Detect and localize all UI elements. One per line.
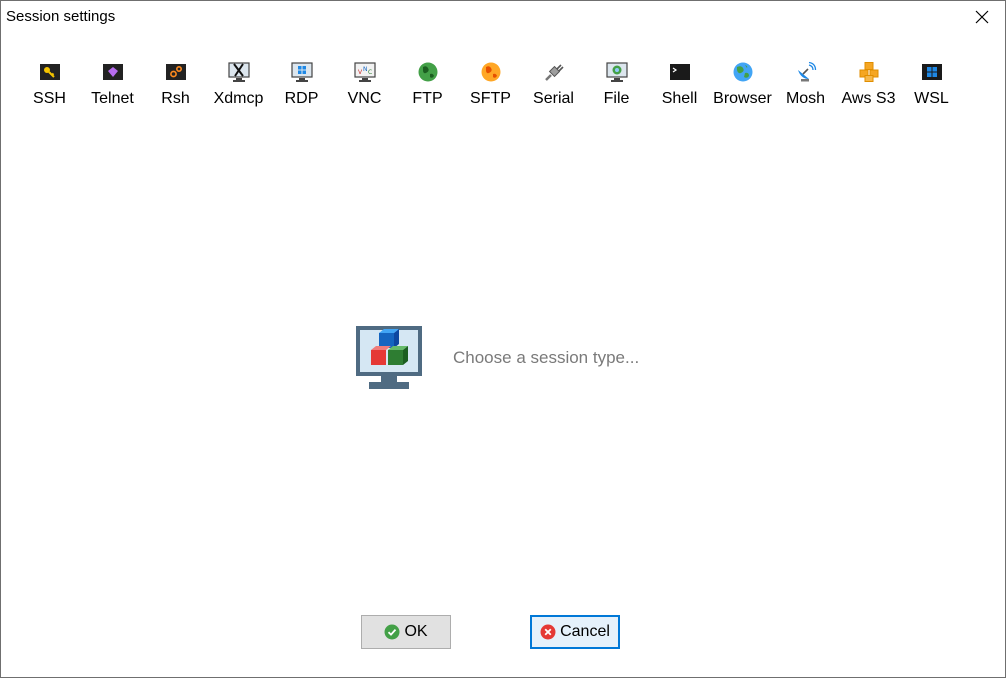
session-type-label: Mosh (785, 90, 826, 107)
session-type-browser[interactable]: Browser (711, 57, 774, 113)
session-type-serial[interactable]: Serial (522, 57, 585, 113)
ok-button-label: OK (404, 623, 428, 640)
session-type-label: Aws S3 (841, 90, 896, 107)
title-bar: Session settings (1, 1, 1005, 33)
ok-button[interactable]: OK (361, 615, 451, 649)
empty-state: Choose a session type... (355, 325, 639, 391)
session-type-rsh[interactable]: Rsh (144, 57, 207, 113)
windows-monitor-icon (290, 62, 313, 82)
svg-text:C: C (368, 69, 372, 76)
close-button[interactable] (959, 1, 1005, 33)
session-type-aws-s3[interactable]: Aws S3 (837, 57, 900, 113)
window-title: Session settings (6, 8, 116, 25)
session-type-shell[interactable]: Shell (648, 57, 711, 113)
session-type-label: WSL (914, 90, 949, 107)
session-type-label: SSH (33, 90, 66, 107)
gears-icon (165, 64, 186, 80)
session-type-label: Xdmcp (213, 90, 264, 107)
session-cubes-monitor-icon (356, 326, 422, 389)
session-type-xdmcp[interactable]: Xdmcp (207, 57, 270, 113)
cancel-circle-icon (540, 624, 556, 640)
satellite-dish-icon (797, 61, 816, 82)
wsl-windows-icon (921, 64, 942, 80)
green-globe-icon (418, 62, 437, 82)
terminal-icon (669, 64, 690, 80)
check-circle-icon (384, 624, 400, 640)
key-icon (39, 64, 60, 80)
session-type-label: SFTP (470, 90, 511, 107)
cancel-button-label: Cancel (560, 623, 610, 640)
session-type-rdp[interactable]: RDP (270, 57, 333, 113)
session-type-label: File (603, 90, 630, 107)
session-type-label: FTP (412, 90, 443, 107)
session-type-ftp[interactable]: FTP (396, 57, 459, 113)
session-type-vnc[interactable]: V N C VNC (333, 57, 396, 113)
session-type-label: Shell (661, 90, 698, 107)
session-type-label: Browser (713, 90, 772, 107)
session-type-toolbar: SSH Telnet Rsh Xdmcp RDP V N C VNC FTP S… (18, 57, 963, 117)
session-type-label: RDP (284, 90, 319, 107)
x-monitor-icon (227, 62, 250, 82)
svg-text:N: N (363, 66, 368, 73)
session-settings-window: Session settings SSH Telnet Rsh Xdmcp RD… (0, 0, 1006, 678)
session-type-label: Rsh (161, 90, 190, 107)
cancel-button[interactable]: Cancel (530, 615, 620, 649)
orange-globe-icon (481, 62, 500, 82)
session-type-sftp[interactable]: SFTP (459, 57, 522, 113)
serial-plug-icon (544, 64, 564, 81)
vnc-monitor-icon: V N C (353, 62, 376, 82)
globe-icon (733, 62, 752, 82)
session-type-wsl[interactable]: WSL (900, 57, 963, 113)
file-monitor-icon (605, 62, 628, 82)
session-type-mosh[interactable]: Mosh (774, 57, 837, 113)
session-type-file[interactable]: File (585, 57, 648, 113)
choose-session-message: Choose a session type... (453, 348, 640, 367)
close-icon (975, 10, 989, 24)
session-type-label: Serial (533, 90, 574, 107)
session-type-ssh[interactable]: SSH (18, 57, 81, 113)
telnet-icon (102, 64, 123, 80)
session-type-label: Telnet (91, 90, 134, 107)
session-type-label: VNC (347, 90, 382, 107)
session-type-telnet[interactable]: Telnet (81, 57, 144, 113)
aws-cubes-icon (859, 62, 878, 82)
